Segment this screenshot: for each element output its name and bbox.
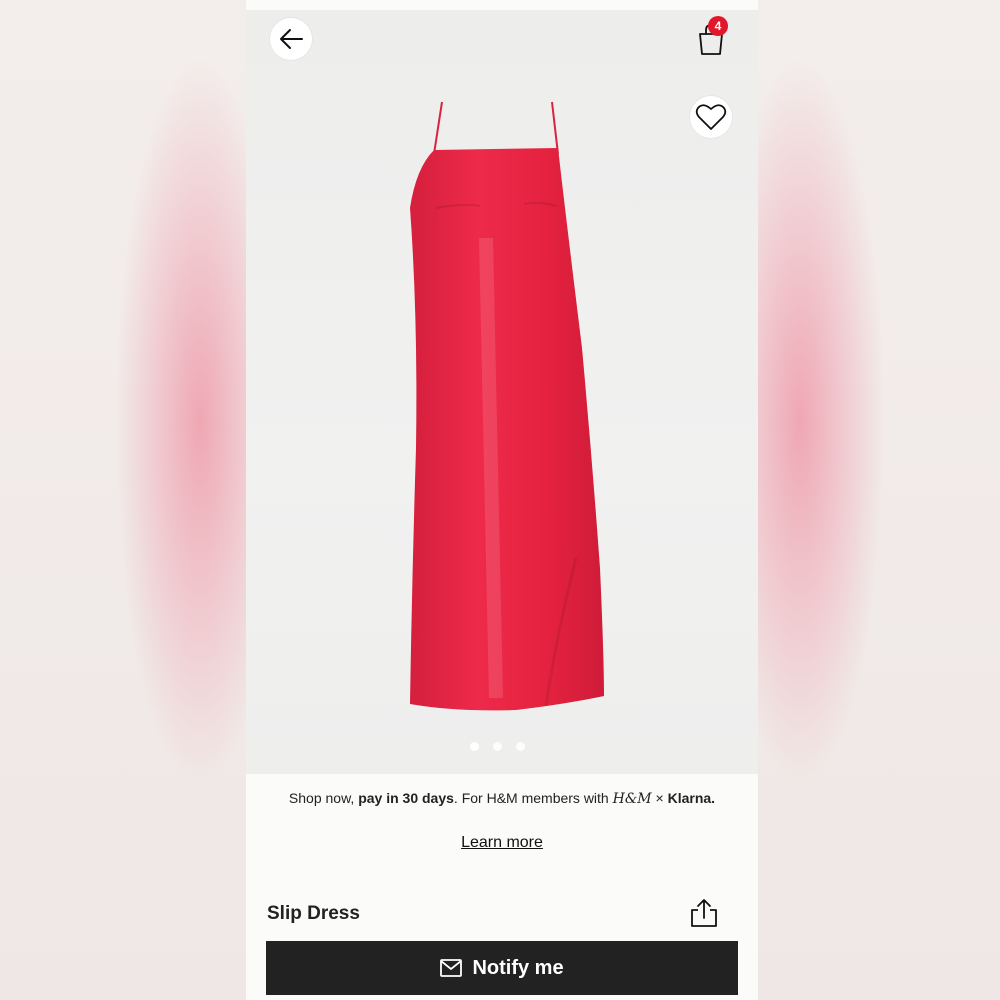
share-icon[interactable]	[688, 898, 720, 928]
arrow-left-icon	[280, 29, 303, 49]
product-image	[410, 101, 604, 711]
promo-times: ×	[651, 790, 668, 806]
notify-me-label: Notify me	[472, 956, 564, 979]
backdrop-right	[754, 0, 1000, 1000]
gallery-pagination[interactable]	[470, 742, 525, 751]
learn-more-link[interactable]: Learn more	[246, 834, 758, 852]
promo-text-prefix: Shop now,	[288, 790, 359, 806]
notify-me-button[interactable]: Notify me	[266, 941, 738, 995]
klarna-promo: Shop now, pay in 30 days. For H&M member…	[246, 790, 758, 807]
klarna-logo: Klarna.	[667, 790, 716, 806]
product-title: Slip Dress	[267, 903, 360, 924]
pagination-dot[interactable]	[470, 742, 479, 751]
pagination-dot[interactable]	[516, 742, 525, 751]
pagination-dot[interactable]	[493, 742, 502, 751]
hm-logo: H&M	[612, 791, 652, 807]
favorite-button[interactable]	[690, 96, 732, 138]
product-page: 4 Shop now, pay in 30 days. For H&M memb…	[246, 0, 758, 1000]
envelope-icon	[440, 959, 463, 977]
back-button[interactable]	[270, 18, 312, 60]
promo-text-bold: pay in 30 days	[358, 790, 454, 806]
status-strip	[246, 0, 758, 10]
product-image-gallery[interactable]	[246, 10, 758, 774]
heart-icon	[695, 104, 727, 130]
backdrop-left	[0, 0, 246, 1000]
promo-text-suffix: . For H&M members with	[453, 790, 613, 806]
cart-button[interactable]: 4	[690, 16, 732, 60]
cart-count-badge: 4	[708, 16, 728, 36]
